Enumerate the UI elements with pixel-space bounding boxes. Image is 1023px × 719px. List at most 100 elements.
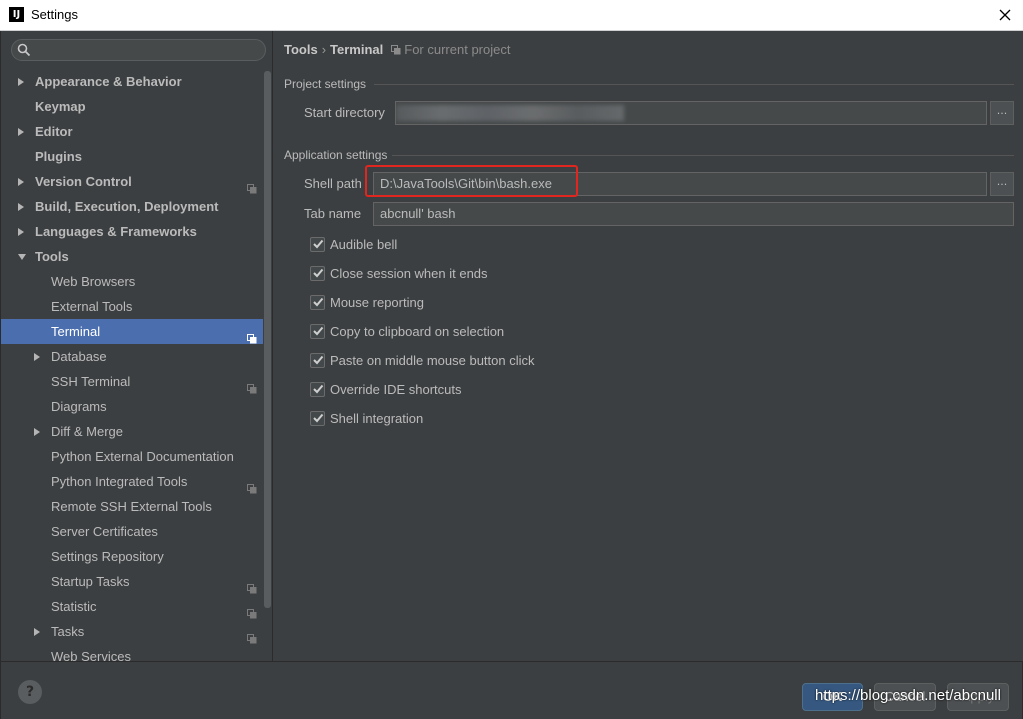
- sidebar-item-appearance-behavior[interactable]: Appearance & Behavior: [1, 69, 263, 94]
- checkbox-label: Override IDE shortcuts: [330, 382, 462, 397]
- sidebar-item-plugins[interactable]: Plugins: [1, 144, 263, 169]
- project-scope-icon: [247, 477, 257, 494]
- sidebar-item-diff-merge[interactable]: Diff & Merge: [1, 419, 263, 444]
- sidebar-item-label: Database: [51, 349, 107, 364]
- shell-path-browse-button[interactable]: ...: [990, 172, 1014, 196]
- project-scope-icon: [247, 627, 257, 644]
- checkbox-label: Shell integration: [330, 411, 424, 426]
- sidebar-item-label: Build, Execution, Deployment: [35, 199, 219, 214]
- sidebar-item-settings-repository[interactable]: Settings Repository: [1, 544, 263, 569]
- sidebar-item-label: Web Services: [51, 649, 131, 661]
- sidebar-scrollbar-thumb[interactable]: [264, 71, 271, 608]
- sidebar-item-label: Editor: [35, 124, 73, 139]
- terminal-settings-panel: Tools › Terminal For current project Projec…: [274, 31, 1023, 661]
- sidebar-item-remote-ssh-external-tools[interactable]: Remote SSH External Tools: [1, 494, 263, 519]
- intellij-app-icon: IJ: [9, 7, 24, 22]
- sidebar-item-version-control[interactable]: Version Control: [1, 169, 263, 194]
- settings-search-input[interactable]: [11, 39, 266, 61]
- checkbox-box[interactable]: [310, 353, 325, 368]
- window-title: Settings: [31, 7, 78, 22]
- project-settings-title: Project settings: [284, 77, 367, 91]
- checkmark-icon: [313, 413, 324, 423]
- project-scope-icon: [247, 177, 257, 194]
- chevron-right-icon[interactable]: [18, 228, 24, 236]
- sidebar-item-web-browsers[interactable]: Web Browsers: [1, 269, 263, 294]
- checkmark-icon: [313, 326, 324, 336]
- project-scope-icon: [247, 602, 257, 619]
- sidebar-item-terminal[interactable]: Terminal: [1, 319, 263, 344]
- application-settings-title: Application settings: [284, 148, 388, 162]
- sidebar-item-editor[interactable]: Editor: [1, 119, 263, 144]
- checkmark-icon: [313, 355, 324, 365]
- settings-sidebar: Appearance & Behavior Keymap Editor Plugins…: [1, 31, 273, 661]
- checkmark-icon: [313, 239, 324, 249]
- start-directory-field[interactable]: [395, 101, 987, 125]
- shell-path-highlight-box: [365, 165, 578, 197]
- sidebar-item-tasks[interactable]: Tasks: [1, 619, 263, 644]
- chevron-right-icon[interactable]: [18, 128, 24, 136]
- checkbox-label: Mouse reporting: [330, 295, 424, 310]
- redacted-path-blur: [396, 105, 624, 121]
- chevron-right-icon[interactable]: [18, 78, 24, 86]
- sidebar-item-diagrams[interactable]: Diagrams: [1, 394, 263, 419]
- watermark: https://blog.csdn.net/abcnull: [815, 687, 1001, 704]
- sidebar-item-label: Diff & Merge: [51, 424, 124, 439]
- project-scope-icon: [247, 577, 257, 594]
- settings-tree: Appearance & Behavior Keymap Editor Plugins…: [1, 69, 263, 661]
- breadcrumb-scope-note: For current project: [404, 42, 511, 57]
- checkbox-label: Paste on middle mouse button click: [330, 353, 535, 368]
- sidebar-item-label: Appearance & Behavior: [35, 74, 182, 89]
- checkbox-box[interactable]: [310, 237, 325, 252]
- sidebar-item-label: Settings Repository: [51, 549, 164, 564]
- chevron-right-icon[interactable]: [18, 203, 24, 211]
- checkbox-box[interactable]: [310, 266, 325, 281]
- sidebar-item-tools[interactable]: Tools: [1, 244, 263, 269]
- checkbox-box[interactable]: [310, 382, 325, 397]
- checkmark-icon: [313, 268, 324, 278]
- project-scope-icon: [391, 45, 401, 55]
- start-directory-browse-button[interactable]: ...: [990, 101, 1014, 125]
- chevron-right-icon[interactable]: [34, 428, 40, 436]
- sidebar-item-database[interactable]: Database: [1, 344, 263, 369]
- sidebar-item-python-integrated-tools[interactable]: Python Integrated Tools: [1, 469, 263, 494]
- start-directory-label: Start directory: [304, 105, 385, 120]
- sidebar-item-label: Startup Tasks: [51, 574, 130, 589]
- close-button[interactable]: [996, 6, 1014, 24]
- chevron-right-icon[interactable]: [34, 628, 40, 636]
- checkbox-box[interactable]: [310, 411, 325, 426]
- sidebar-item-statistic[interactable]: Statistic: [1, 594, 263, 619]
- application-settings-divider: [392, 155, 1014, 156]
- sidebar-item-languages-frameworks[interactable]: Languages & Frameworks: [1, 219, 263, 244]
- sidebar-item-ssh-terminal[interactable]: SSH Terminal: [1, 369, 263, 394]
- close-icon: [999, 9, 1011, 21]
- sidebar-item-web-services[interactable]: Web Services: [1, 644, 263, 661]
- breadcrumb-separator: ›: [321, 42, 327, 57]
- project-scope-icon: [247, 377, 257, 394]
- chevron-down-icon[interactable]: [18, 254, 26, 260]
- sidebar-item-build-execution-deployment[interactable]: Build, Execution, Deployment: [1, 194, 263, 219]
- chevron-right-icon[interactable]: [18, 178, 24, 186]
- sidebar-item-label: Web Browsers: [51, 274, 136, 289]
- checkbox-box[interactable]: [310, 324, 325, 339]
- help-button[interactable]: ?: [18, 680, 42, 704]
- sidebar-item-label: External Tools: [51, 299, 133, 314]
- sidebar-item-label: Languages & Frameworks: [35, 224, 197, 239]
- search-icon: [17, 43, 31, 57]
- checkmark-icon: [313, 297, 324, 307]
- chevron-right-icon[interactable]: [34, 353, 40, 361]
- sidebar-item-python-external-documentation[interactable]: Python External Documentation: [1, 444, 263, 469]
- sidebar-item-external-tools[interactable]: External Tools: [1, 294, 263, 319]
- breadcrumb-terminal: Terminal: [330, 42, 384, 57]
- checkbox-label: Audible bell: [330, 237, 398, 252]
- sidebar-item-startup-tasks[interactable]: Startup Tasks: [1, 569, 263, 594]
- shell-path-label: Shell path: [304, 176, 362, 191]
- sidebar-item-label: Keymap: [35, 99, 86, 114]
- sidebar-item-label: Terminal: [51, 324, 101, 339]
- tab-name-value: abcnull' bash: [380, 206, 456, 221]
- tab-name-field[interactable]: abcnull' bash: [373, 202, 1014, 226]
- checkmark-icon: [313, 384, 324, 394]
- breadcrumb-tools[interactable]: Tools: [284, 42, 318, 57]
- checkbox-box[interactable]: [310, 295, 325, 310]
- sidebar-item-server-certificates[interactable]: Server Certificates: [1, 519, 263, 544]
- sidebar-item-keymap[interactable]: Keymap: [1, 94, 263, 119]
